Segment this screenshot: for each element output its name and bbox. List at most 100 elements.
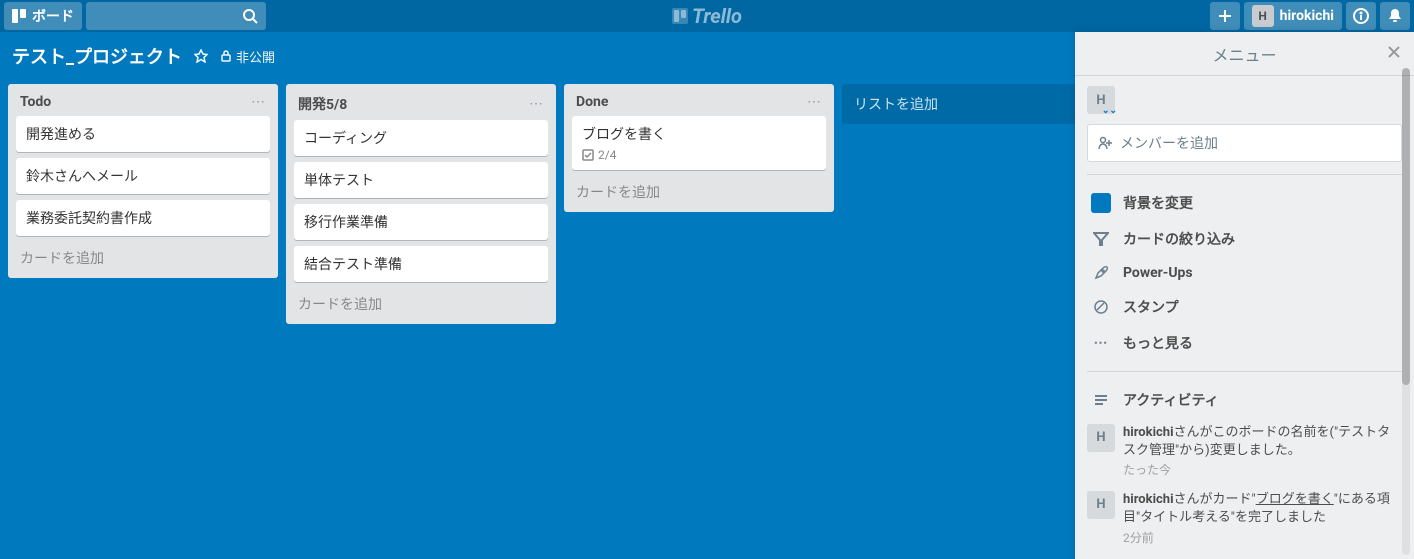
- activity-item: H hirokichiさんがカード"ブログを書く"にある項目"タイトル考える"を…: [1087, 485, 1402, 552]
- info-button[interactable]: [1346, 2, 1376, 30]
- list-header: 開発5/8 ⋯: [294, 92, 548, 120]
- activity-item: H hirokichiさんがこのボードの名前を("テストタスク管理"から)変更し…: [1087, 418, 1402, 485]
- global-header: ボード Trello H hirokichi: [0, 0, 1414, 32]
- add-card-button[interactable]: カードを追加: [294, 288, 548, 316]
- menu-item-label: スタンプ: [1123, 297, 1179, 317]
- card-title: コーディング: [304, 131, 387, 147]
- user-button[interactable]: H hirokichi: [1244, 2, 1342, 30]
- plus-icon: [1218, 9, 1232, 23]
- menu-title: メニュー: [1212, 42, 1276, 66]
- menu-item-label: 背景を変更: [1123, 193, 1193, 213]
- admin-chevron-icon: ⌄⌄: [1102, 106, 1117, 116]
- board-menu: メニュー H ⌄⌄ メンバーを追加 背景を変更 カードの絞り込み Power-U…: [1075, 32, 1414, 559]
- activity-text: hirokichiさんがこのボードの名前を("テストタスク管理"から)変更しまし…: [1123, 424, 1402, 479]
- checklist-badge: 2/4: [582, 148, 816, 162]
- close-menu-button[interactable]: [1386, 44, 1402, 65]
- card[interactable]: 移行作業準備: [294, 204, 548, 240]
- lock-icon: [220, 50, 232, 62]
- star-button[interactable]: [194, 49, 208, 63]
- card-title: ブログを書く: [582, 127, 666, 143]
- list-todo: Todo ⋯ 開発進める 鈴木さんへメール 業務委託契約書作成 カードを追加: [8, 84, 278, 278]
- card[interactable]: 鈴木さんへメール: [16, 158, 270, 194]
- card[interactable]: コーディング: [294, 120, 548, 156]
- list-menu-button[interactable]: ⋯: [807, 94, 822, 110]
- activity-user: hirokichi: [1123, 425, 1174, 440]
- star-icon: [194, 49, 208, 63]
- activity-avatar[interactable]: H: [1087, 491, 1115, 519]
- checklist-icon: [582, 149, 594, 161]
- list-header: Todo ⋯: [16, 92, 270, 116]
- rocket-icon: [1093, 265, 1109, 281]
- close-icon: [1386, 44, 1402, 60]
- menu-item-powerups[interactable]: Power-Ups: [1087, 257, 1402, 289]
- card[interactable]: ブログを書く 2/4: [572, 116, 826, 170]
- menu-item-label: もっと見る: [1123, 333, 1193, 353]
- menu-item-label: アクティビティ: [1123, 390, 1219, 410]
- list-title[interactable]: Done: [576, 94, 608, 110]
- add-card-button[interactable]: カードを追加: [572, 176, 826, 204]
- card-title: 単体テスト: [304, 173, 374, 189]
- search-input[interactable]: [86, 2, 266, 30]
- add-member-icon: [1098, 136, 1112, 150]
- menu-header: メニュー: [1075, 32, 1414, 76]
- card-title: 移行作業準備: [304, 215, 388, 231]
- sticker-icon: [1093, 299, 1109, 315]
- more-icon: ⋯: [1091, 335, 1111, 351]
- user-avatar: H: [1252, 5, 1274, 27]
- activity-avatar[interactable]: H: [1087, 424, 1115, 452]
- trello-logo-icon: [672, 8, 688, 24]
- list-menu-button[interactable]: ⋯: [529, 96, 544, 112]
- notifications-button[interactable]: [1380, 2, 1410, 30]
- add-card-button[interactable]: カードを追加: [16, 242, 270, 270]
- boards-button[interactable]: ボード: [4, 2, 82, 30]
- activity-icon: [1093, 392, 1109, 408]
- bell-icon: [1387, 8, 1403, 24]
- add-button[interactable]: [1210, 2, 1240, 30]
- activity-text: hirokichiさんがカード"ブログを書く"にある項目"タイトル考える"を完了…: [1123, 491, 1402, 546]
- boards-icon: [12, 9, 26, 23]
- list-dev: 開発5/8 ⋯ コーディング 単体テスト 移行作業準備 結合テスト準備 カードを…: [286, 84, 556, 324]
- boards-label: ボード: [32, 6, 74, 26]
- menu-scrollbar[interactable]: [1402, 68, 1412, 555]
- list-title[interactable]: 開発5/8: [298, 94, 347, 114]
- activity-user: hirokichi: [1123, 492, 1174, 507]
- board-title[interactable]: テスト_プロジェクト: [12, 43, 182, 69]
- menu-item-activity[interactable]: アクティビティ: [1087, 382, 1402, 418]
- menu-item-more[interactable]: ⋯ もっと見る: [1087, 325, 1402, 361]
- logo-text: Trello: [692, 4, 742, 28]
- checklist-count: 2/4: [598, 148, 616, 162]
- member-avatar[interactable]: H ⌄⌄: [1087, 86, 1115, 114]
- privacy-button[interactable]: 非公開: [220, 47, 275, 66]
- menu-body: H ⌄⌄ メンバーを追加 背景を変更 カードの絞り込み Power-Ups スタ…: [1075, 76, 1414, 559]
- card[interactable]: 業務委託契約書作成: [16, 200, 270, 236]
- privacy-label: 非公開: [236, 47, 275, 66]
- menu-item-stickers[interactable]: スタンプ: [1087, 289, 1402, 325]
- add-member-button[interactable]: メンバーを追加: [1087, 124, 1402, 162]
- list-header: Done ⋯: [572, 92, 826, 116]
- menu-item-background[interactable]: 背景を変更: [1087, 185, 1402, 221]
- separator: [1087, 174, 1402, 175]
- menu-members: H ⌄⌄: [1087, 86, 1402, 114]
- header-right: H hirokichi: [1210, 2, 1410, 30]
- list-title[interactable]: Todo: [20, 94, 51, 110]
- card-title: 鈴木さんへメール: [26, 169, 138, 185]
- menu-item-filter[interactable]: カードの絞り込み: [1087, 221, 1402, 257]
- list-menu-button[interactable]: ⋯: [251, 94, 266, 110]
- filter-icon: [1093, 231, 1109, 247]
- activity-time: 2分前: [1123, 530, 1402, 547]
- card[interactable]: 結合テスト準備: [294, 246, 548, 282]
- card[interactable]: 単体テスト: [294, 162, 548, 198]
- trello-logo[interactable]: Trello: [672, 4, 742, 28]
- list-done: Done ⋯ ブログを書く 2/4 カードを追加: [564, 84, 834, 212]
- card-title: 結合テスト準備: [304, 257, 402, 273]
- card[interactable]: 開発進める: [16, 116, 270, 152]
- header-left: ボード: [4, 2, 266, 30]
- activity-card-link[interactable]: ブログを書く: [1256, 492, 1334, 507]
- background-swatch-icon: [1091, 193, 1111, 213]
- username-label: hirokichi: [1280, 8, 1334, 24]
- add-list-button[interactable]: リストを追加: [842, 84, 1112, 124]
- add-member-label: メンバーを追加: [1120, 133, 1218, 153]
- info-icon: [1353, 8, 1369, 24]
- menu-item-label: カードの絞り込み: [1123, 229, 1235, 249]
- card-title: 業務委託契約書作成: [26, 211, 152, 227]
